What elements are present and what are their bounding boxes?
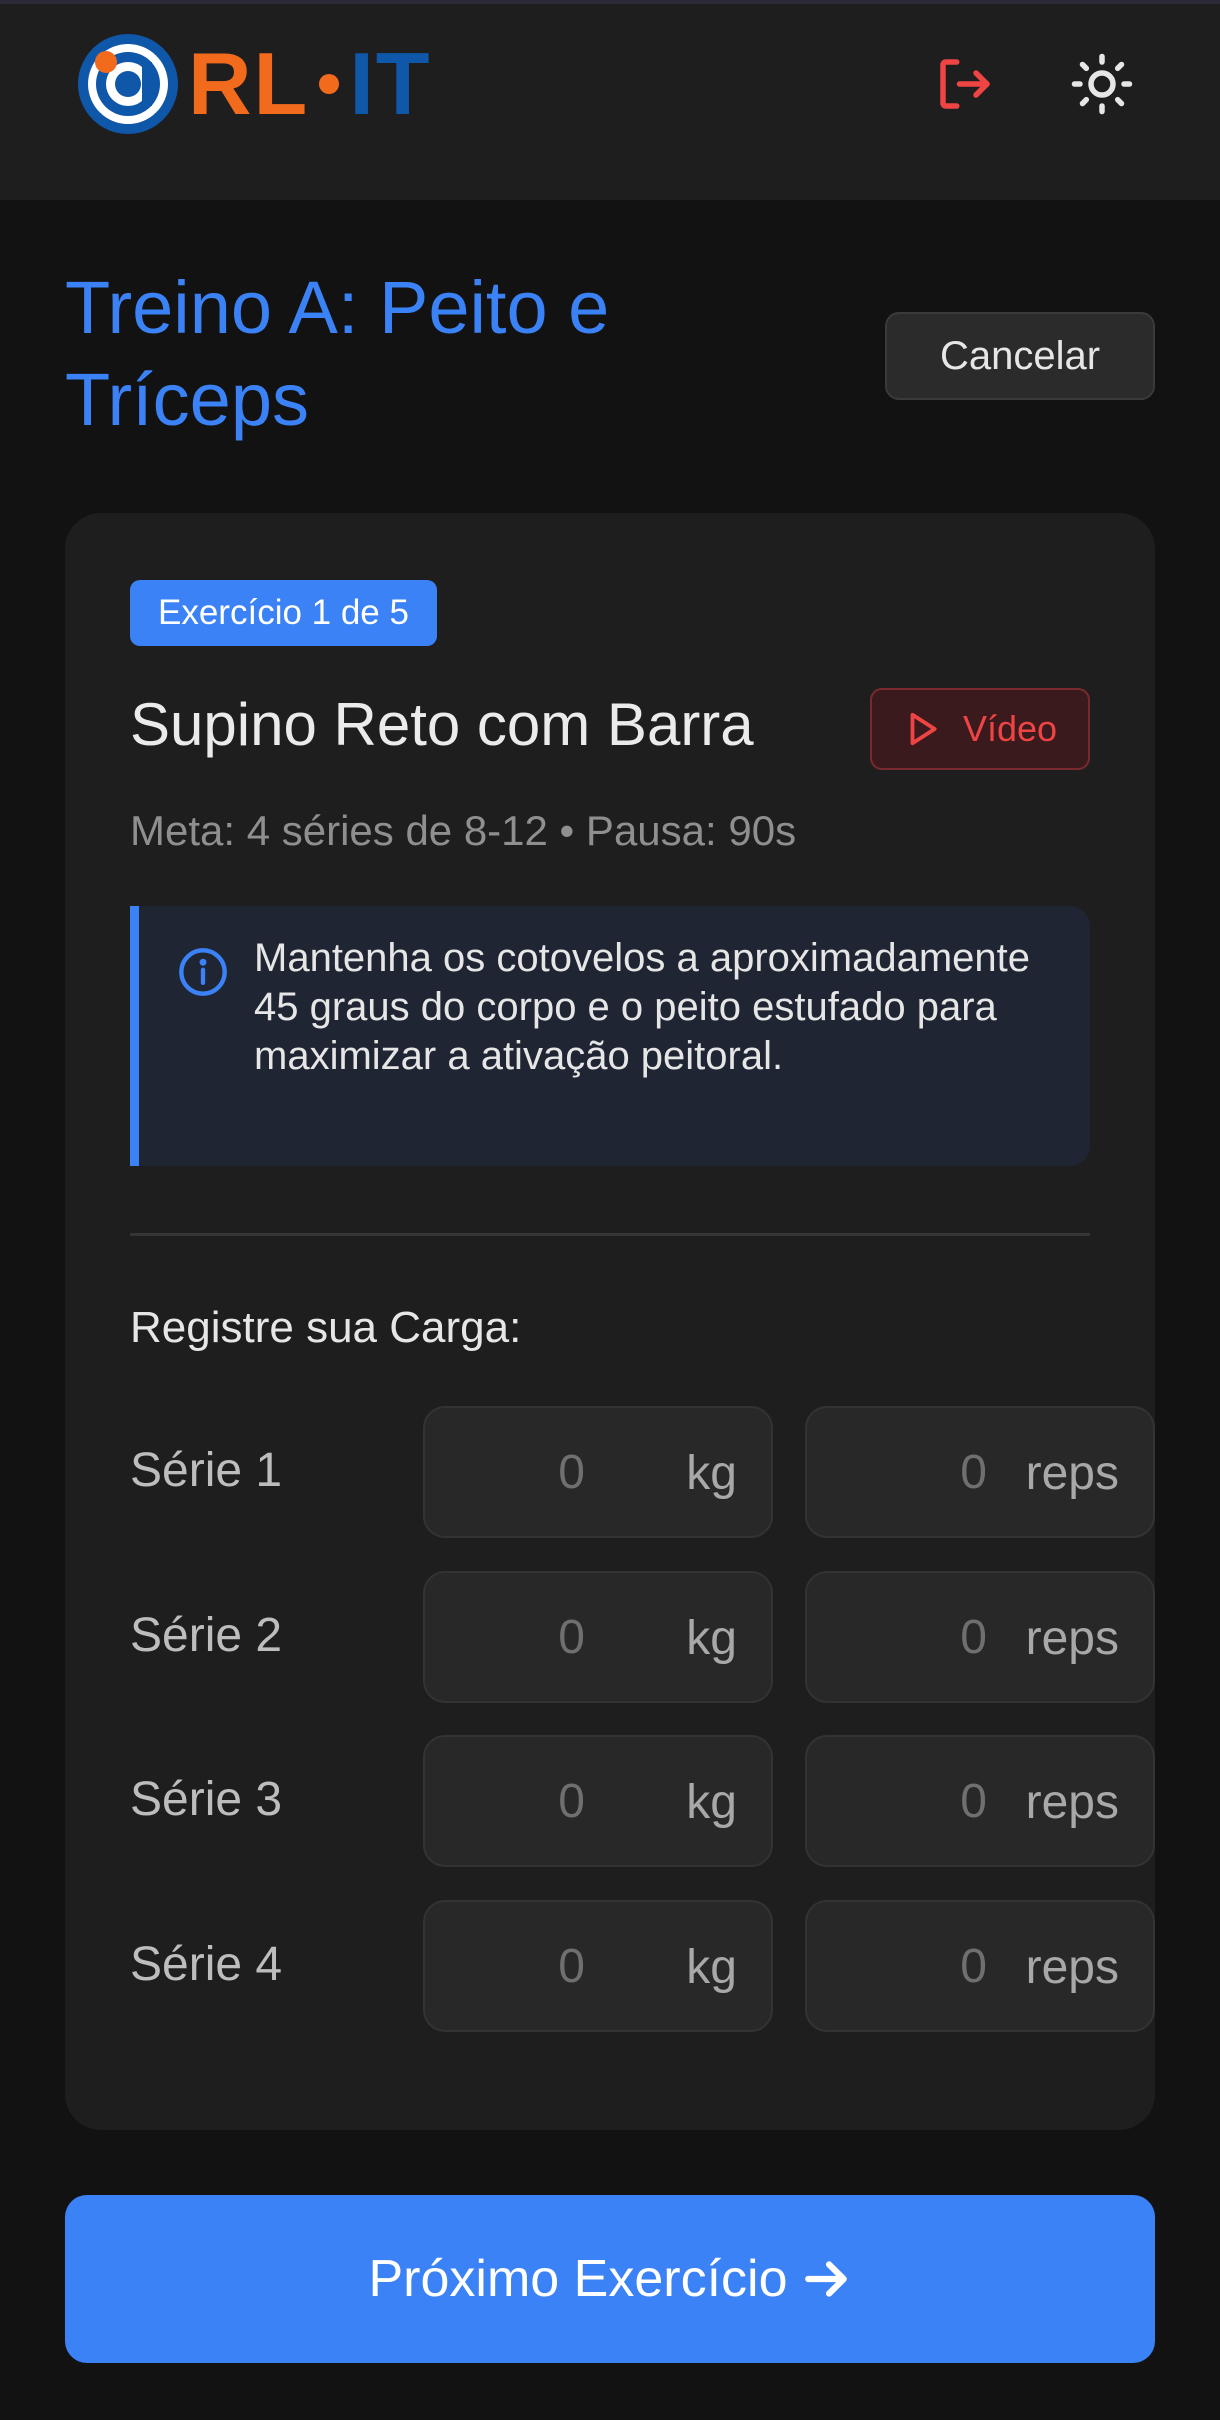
reps-field[interactable]: reps: [805, 1571, 1155, 1703]
video-button[interactable]: Vídeo: [870, 688, 1090, 770]
reps-input[interactable]: [807, 1408, 987, 1536]
next-exercise-button[interactable]: Próximo Exercício: [65, 2195, 1155, 2363]
info-icon: [179, 948, 227, 996]
exercise-progress-badge: Exercício 1 de 5: [130, 580, 437, 646]
weight-input[interactable]: [425, 1573, 585, 1701]
weight-field[interactable]: kg: [423, 1406, 773, 1538]
theme-toggle-button[interactable]: [1062, 44, 1142, 124]
play-icon: [910, 712, 937, 746]
logo-wordmark: RL IT: [188, 34, 432, 133]
logo-mark-icon: [78, 34, 178, 134]
reps-input[interactable]: [807, 1737, 987, 1865]
exercise-card: Exercício 1 de 5 Supino Reto com Barra V…: [65, 513, 1155, 2130]
set-row-2: Série 2 kg reps: [130, 1571, 1155, 1703]
set-label: Série 4: [130, 1938, 283, 1991]
exercise-name: Supino Reto com Barra: [130, 691, 754, 758]
reps-input[interactable]: [807, 1573, 987, 1701]
page-title: Treino A: Peito e Tríceps: [65, 266, 610, 441]
weight-input[interactable]: [425, 1408, 585, 1536]
weight-field[interactable]: kg: [423, 1735, 773, 1867]
tip-text: Mantenha os cotovelos a aproximadamente …: [254, 936, 1031, 1078]
log-section-label: Registre sua Carga:: [130, 1303, 522, 1352]
logout-icon: [940, 59, 990, 109]
reps-field[interactable]: reps: [805, 1900, 1155, 2032]
logout-button[interactable]: [925, 44, 1005, 124]
arrow-right-icon: [804, 2261, 847, 2297]
weight-input[interactable]: [425, 1902, 585, 2030]
reps-input[interactable]: [807, 1902, 987, 2030]
reps-unit: reps: [1025, 1447, 1119, 1500]
set-label: Série 1: [130, 1444, 283, 1497]
weight-unit: kg: [686, 1776, 737, 1829]
top-bar: RL IT: [0, 0, 1220, 200]
reps-unit: reps: [1025, 1612, 1119, 1665]
set-row-1: Série 1 kg reps: [130, 1406, 1155, 1538]
set-row-3: Série 3 kg reps: [130, 1735, 1155, 1867]
exercise-meta: Meta: 4 séries de 8-12 • Pausa: 90s: [130, 807, 797, 854]
reps-unit: reps: [1025, 1941, 1119, 1994]
set-row-4: Série 4 kg reps: [130, 1900, 1155, 2032]
reps-unit: reps: [1025, 1776, 1119, 1829]
video-button-label: Vídeo: [962, 708, 1058, 749]
weight-unit: kg: [686, 1612, 737, 1665]
divider: [130, 1233, 1090, 1236]
set-label: Série 3: [130, 1773, 283, 1826]
weight-unit: kg: [686, 1941, 737, 1994]
reps-field[interactable]: reps: [805, 1406, 1155, 1538]
app-logo[interactable]: RL IT: [76, 30, 486, 138]
exercise-tip: Mantenha os cotovelos a aproximadamente …: [130, 906, 1090, 1166]
weight-field[interactable]: kg: [423, 1900, 773, 2032]
weight-input[interactable]: [425, 1737, 585, 1865]
next-exercise-label: Próximo Exercício: [368, 2250, 788, 2308]
workout-header: Treino A: Peito e Tríceps Cancelar: [65, 262, 1155, 452]
cancel-button[interactable]: Cancelar: [885, 312, 1155, 400]
weight-field[interactable]: kg: [423, 1571, 773, 1703]
reps-field[interactable]: reps: [805, 1735, 1155, 1867]
set-label: Série 2: [130, 1609, 283, 1662]
weight-unit: kg: [686, 1447, 737, 1500]
sun-icon: [1071, 53, 1133, 115]
